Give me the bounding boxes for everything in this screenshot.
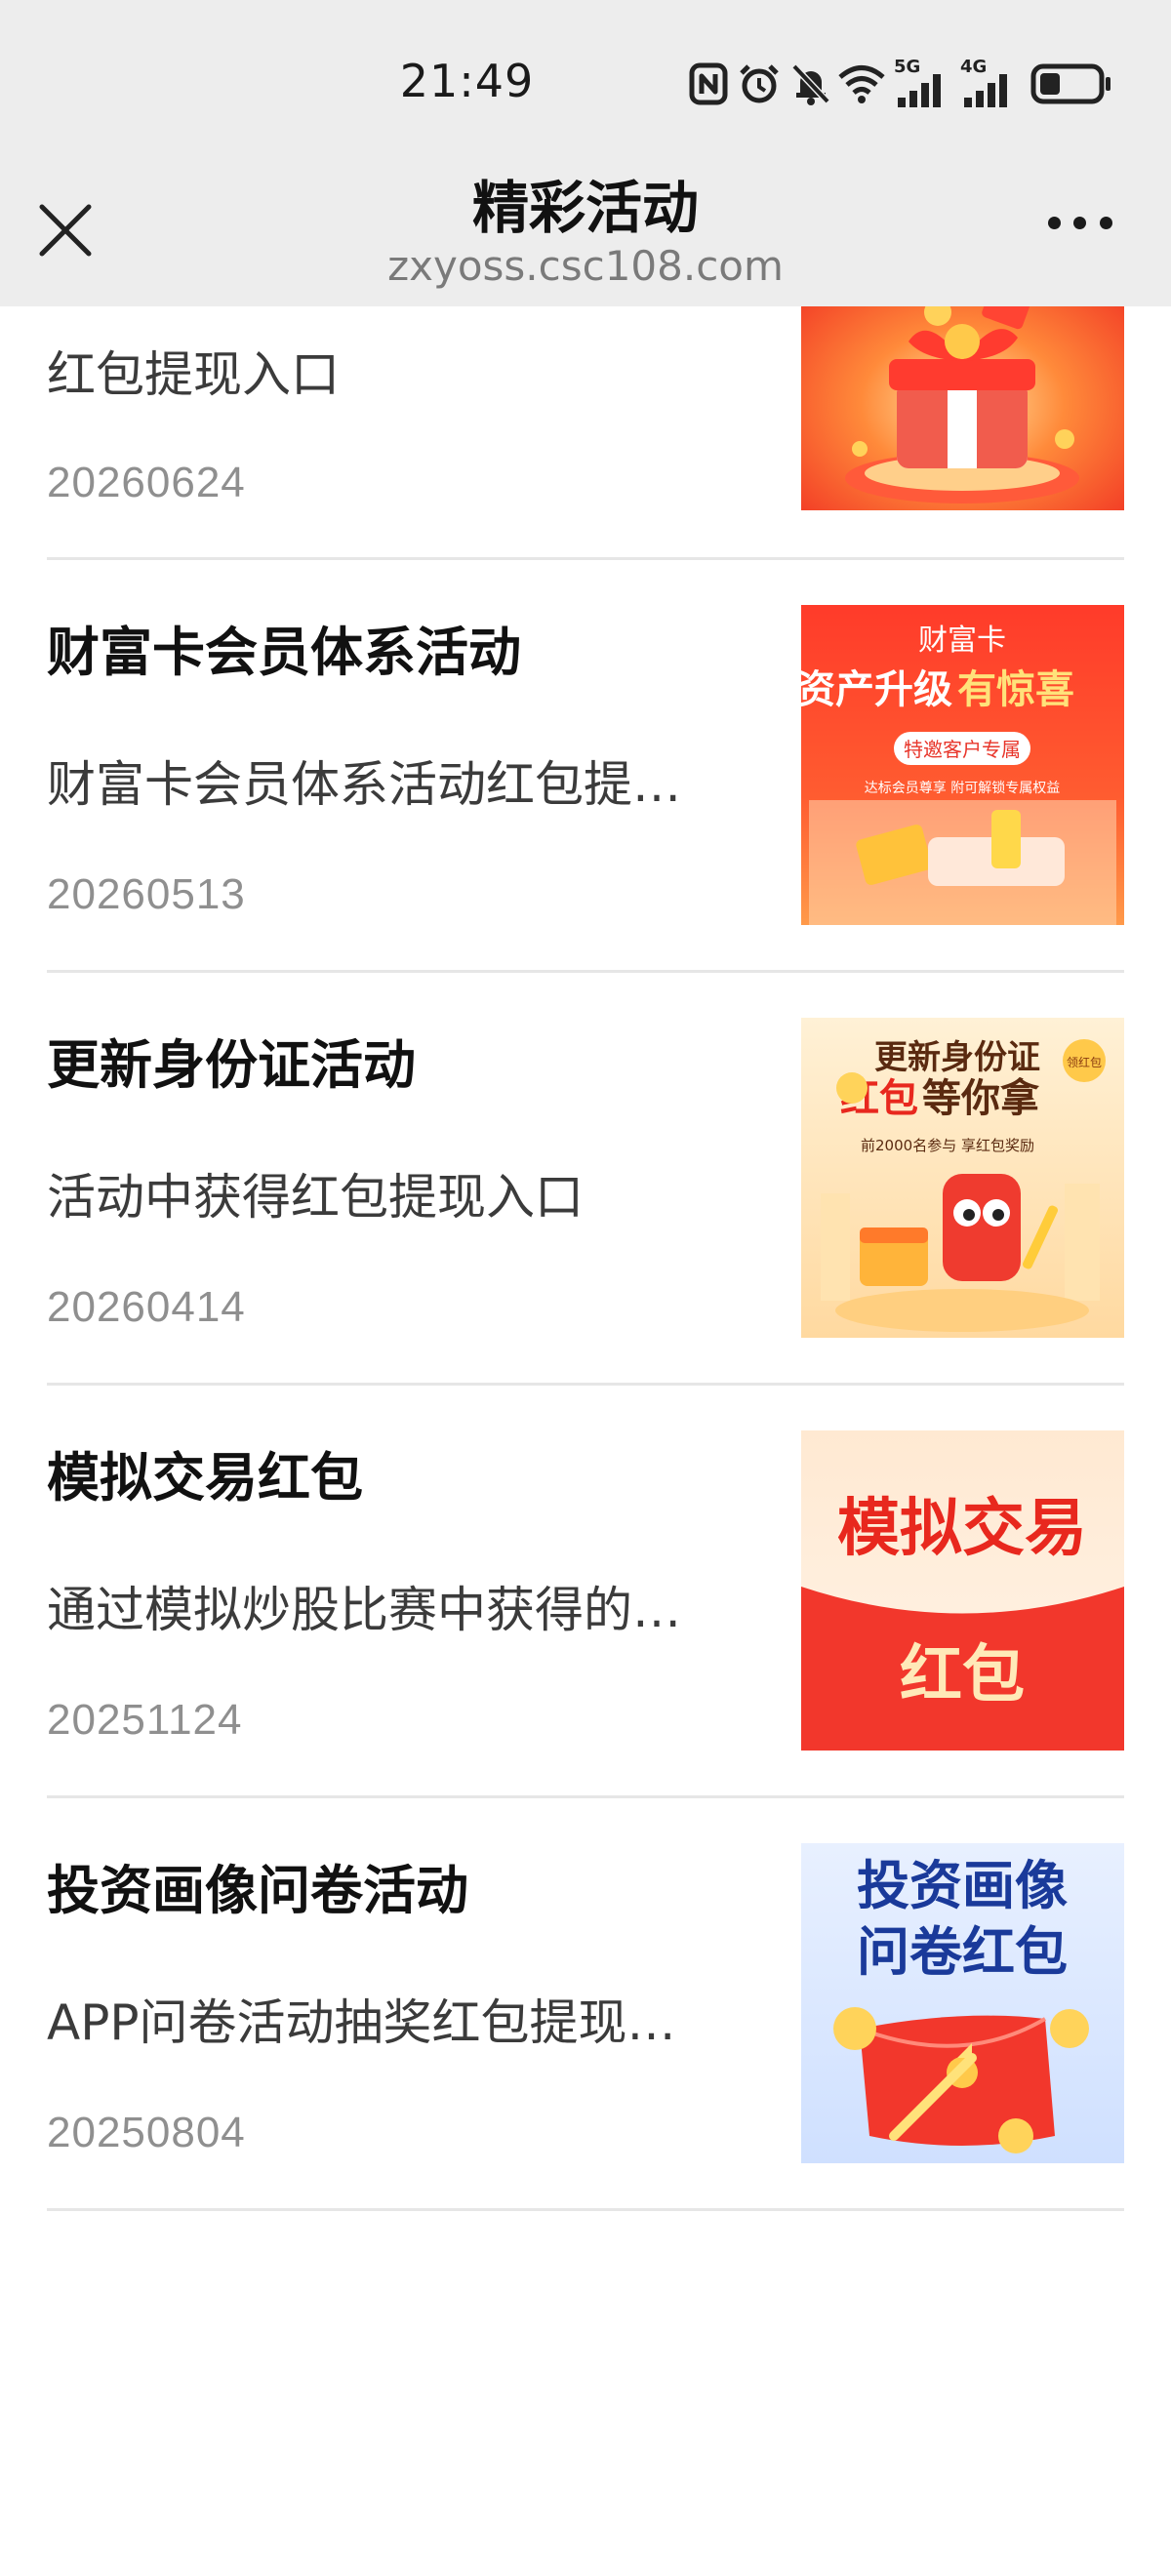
thumb-text-line2-right: 等你拿 <box>922 1076 1040 1121</box>
thumb-badge: 特邀客户专属 <box>904 738 1021 761</box>
thumb-text-line2: 问卷红包 <box>857 1921 1068 1983</box>
item-desc: 活动中获得红包提现入口 <box>47 1169 584 1226</box>
item-date: 20260414 <box>47 1283 246 1331</box>
top-bar: 21:49 5G 4G 精彩活动 zxyoss.csc108.com <box>0 0 1171 306</box>
page-title: 精彩活动 <box>471 175 699 241</box>
thumb-sub: 前2000名参与 享红包奖励 <box>861 1137 1034 1154</box>
item-date: 20251124 <box>47 1696 243 1744</box>
list-item[interactable]: 财富卡会员体系活动 财富卡会员体系活动红包提… 20260513 财富卡 资产升… <box>0 560 1171 973</box>
thumb-tag: 领红包 <box>1067 1055 1102 1069</box>
thumb-text-top: 模拟交易 <box>837 1493 1087 1565</box>
item-title: 更新身份证活动 <box>47 1034 416 1096</box>
gift-box-icon <box>801 273 1124 510</box>
item-title: 财富卡会员体系活动 <box>47 622 521 683</box>
thumb-text-line1: 投资画像 <box>857 1855 1068 1916</box>
alarm-icon <box>740 64 779 103</box>
thumb-sub: 达标会员尊享 附可解锁专属权益 <box>865 780 1060 796</box>
thumb-text-bottom: 红包 <box>900 1639 1025 1711</box>
item-date: 20250804 <box>47 2109 246 2156</box>
item-date: 20260513 <box>47 870 246 918</box>
thumb-text-main-right: 有惊喜 <box>957 667 1074 712</box>
more-menu-icon[interactable] <box>1048 217 1112 240</box>
signal-4g-icon: 4G <box>960 57 1019 111</box>
list-item[interactable]: 模拟交易红包 通过模拟炒股比赛中获得的… 20251124 模拟交易 红包 <box>0 1386 1171 1798</box>
list-item[interactable]: 更新身份证活动 活动中获得红包提现入口 20260414 更新身份证 红包 等你… <box>0 973 1171 1386</box>
item-thumbnail: 更新身份证 红包 等你拿 领红包 前2000名参与 享红包奖励 <box>801 1018 1124 1338</box>
nfc-icon <box>689 62 728 105</box>
item-thumbnail: 投资画像 问卷红包 <box>801 1843 1124 2163</box>
item-thumbnail: 财富卡 资产升级 有惊喜 特邀客户专属 达标会员尊享 附可解锁专属权益 <box>801 605 1124 925</box>
list-item[interactable]: 投资画像问卷活动 APP问卷活动抽奖红包提现… 20250804 投资画像 问卷… <box>0 1798 1171 2211</box>
item-desc: 通过模拟炒股比赛中获得的… <box>47 1582 681 1638</box>
item-desc: 财富卡会员体系活动红包提… <box>47 756 681 813</box>
thumb-text-top: 财富卡 <box>918 624 1006 658</box>
item-desc: APP问卷活动抽奖红包提现… <box>47 1994 676 2051</box>
item-title: 模拟交易红包 <box>47 1447 363 1509</box>
item-date: 20260624 <box>47 459 246 506</box>
divider <box>47 2208 1124 2211</box>
thumb-text-main-left: 资产升级 <box>801 667 952 712</box>
item-thumbnail: 模拟交易 红包 <box>801 1430 1124 1751</box>
battery-icon <box>1030 63 1110 104</box>
wifi-icon <box>838 65 885 103</box>
mute-icon <box>791 63 830 105</box>
item-thumbnail <box>801 273 1124 510</box>
signal-5g-icon: 5G <box>894 57 952 111</box>
item-title: 投资画像问卷活动 <box>47 1860 468 1921</box>
page-url: zxyoss.csc108.com <box>387 242 784 290</box>
item-desc: 红包提现入口 <box>47 346 340 403</box>
thumb-text-line1: 更新身份证 <box>874 1038 1040 1077</box>
